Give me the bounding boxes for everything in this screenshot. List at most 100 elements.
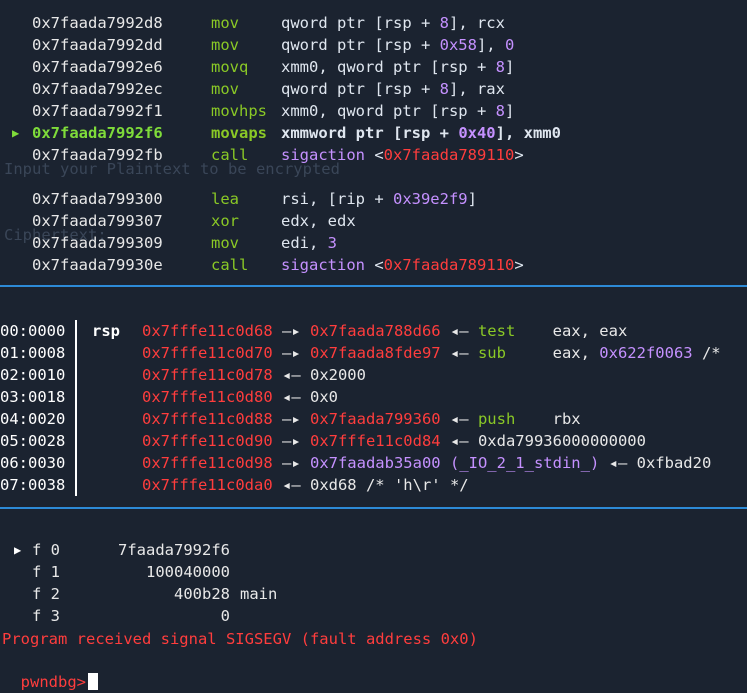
stack-value-chain: 0x7fffe11c0d90 —▸ 0x7fffe11c0d84 ◂— 0xda… <box>142 430 646 452</box>
operand-token: edi, <box>281 234 328 252</box>
stack-token: rbx <box>515 410 581 428</box>
stack-token: 0x7fffe11c0d68 <box>142 322 273 340</box>
prompt-label: pwndbg> <box>20 673 86 691</box>
instruction-address: 0x7faada7992f1 <box>32 102 163 120</box>
operand-token: 0x58 <box>439 36 477 54</box>
instruction-operands: edx, edx <box>281 210 356 232</box>
stack-token: 0x7fffe11c0d80 <box>142 388 273 406</box>
stack-offset: 05:0028 <box>0 432 66 450</box>
command-line[interactable]: pwndbg> <box>2 649 98 691</box>
instruction-operands: edi, 3 <box>281 232 337 254</box>
stack-token: 0x7faada8fde97 <box>309 344 441 362</box>
stack-token: 0x622f0063 <box>599 344 693 362</box>
frame-label: f 3 <box>32 607 60 625</box>
operand-token: ], rcx <box>448 14 505 32</box>
backtrace-frame[interactable]: f 1 100040000 <box>0 561 747 583</box>
operand-token: 8 <box>495 58 505 76</box>
instruction-address: 0x7faada7992e6 <box>32 58 163 76</box>
terminal-window: { "disasm": { "group1": [ {"addr": "0x7f… <box>0 0 747 691</box>
operand-token: sigaction <box>281 256 375 274</box>
backtrace-frame[interactable]: f 3 0 <box>0 605 747 627</box>
operand-token: 0x7faada789110 <box>383 146 515 164</box>
instruction-address: 0x7faada7992ec <box>32 80 163 98</box>
operand-token: ], rax <box>448 80 505 98</box>
operand-token: ], xmm0 <box>495 124 561 142</box>
stack-value-chain: 0x7fffe11c0d68 —▸ 0x7faada788d66 ◂— test… <box>142 320 627 342</box>
disasm-line: 0x7faada799300 lea rsi, [rip + 0x39e2f9] <box>0 188 747 210</box>
backtrace-frame[interactable]: f 2 400b28 main <box>0 583 747 605</box>
stack-row: 05:0028 0x7fffe11c0d90 —▸ 0x7fffe11c0d84 … <box>0 430 747 452</box>
stack-token: 0x7fffe11c0d98 <box>142 454 273 472</box>
instruction-address: 0x7faada799307 <box>32 212 163 230</box>
instruction-operands: xmmword ptr [rsp + 0x40], xmm0 <box>281 122 561 144</box>
instruction-mnemonic: mov <box>211 80 239 98</box>
backtrace-frame[interactable]: ▶ f 0 7faada7992f6 <box>0 539 747 561</box>
stack-token: 0x7fffe11c0d84 <box>309 432 441 450</box>
stack-token: 0x7faadab35a00 <box>309 454 441 472</box>
operand-token: ] <box>467 190 477 208</box>
disasm-line: 0x7faada7992fb call sigaction <0x7faada789… <box>0 144 747 166</box>
stack-token: push <box>477 410 516 428</box>
operand-token: ] <box>504 58 515 76</box>
instruction-mnemonic: movaps <box>211 124 267 142</box>
stack-token: ◂— 0x0 <box>272 388 338 406</box>
stack-row: 01:0008 0x7fffe11c0d70 —▸ 0x7faada8fde97 … <box>0 342 747 364</box>
instruction-mnemonic: mov <box>211 234 239 252</box>
operand-token: < <box>374 146 384 164</box>
stack-token: test <box>477 322 516 340</box>
stack-offset: 04:0020 <box>0 410 66 428</box>
operand-token: 8 <box>439 14 449 32</box>
stack-offset: 02:0010 <box>0 366 66 384</box>
stack-token: —▸ <box>272 344 310 362</box>
disasm-line: ▶ 0x7faada7992f6 movaps xmmword ptr [rsp + … <box>0 122 747 144</box>
stack-value-chain: 0x7fffe11c0d80 ◂— 0x0 <box>142 386 338 408</box>
instruction-mnemonic: xor <box>211 212 239 230</box>
stack-register-label: rsp <box>92 322 120 340</box>
instruction-mnemonic: lea <box>211 190 239 208</box>
instruction-operands: rsi, [rip + 0x39e2f9] <box>281 188 477 210</box>
operand-token: xmmword ptr [rsp + <box>281 124 459 142</box>
instruction-operands: sigaction <0x7faada789110> <box>281 144 524 166</box>
instruction-address: 0x7faada7992f6 <box>32 124 163 142</box>
instruction-operands: xmm0, qword ptr [rsp + 8] <box>281 56 514 78</box>
instruction-address: 0x7faada799309 <box>32 234 163 252</box>
disasm-line: 0x7faada799309 mov edi, 3 <box>0 232 747 254</box>
disasm-line: 0x7faada7992dd mov qword ptr [rsp + 0x58],… <box>0 34 747 56</box>
stack-token: 0x7fffe11c0d90 <box>142 432 273 450</box>
instruction-operands: sigaction <0x7faada789110> <box>281 254 524 276</box>
stack-token: —▸ <box>272 454 310 472</box>
stack-token: (_IO_2_1_stdin_) <box>449 454 600 472</box>
stack-row: 00:0000 rsp 0x7fffe11c0d68 —▸ 0x7faada788d… <box>0 320 747 342</box>
instruction-mnemonic: call <box>211 146 249 164</box>
operand-token: edx, edx <box>281 212 356 230</box>
operand-token: qword ptr [rsp + <box>281 36 440 54</box>
stack-value-chain: 0x7fffe11c0d78 ◂— 0x2000 <box>142 364 366 386</box>
disasm-line: 0x7faada79930e call sigaction <0x7faada789… <box>0 254 747 276</box>
frame-label: f 0 <box>32 541 60 559</box>
stack-value-chain: 0x7fffe11c0d98 —▸ 0x7faadab35a00 (_IO_2_… <box>142 452 711 474</box>
frame-address: 400b28 <box>174 585 230 603</box>
stack-token <box>441 454 450 472</box>
section-separator <box>0 507 747 509</box>
stack-offset-divider <box>75 320 77 496</box>
stack-token: ◂— <box>440 322 478 340</box>
stack-row: 04:0020 0x7fffe11c0d88 —▸ 0x7faada799360 … <box>0 408 747 430</box>
stack-offset: 07:0038 <box>0 476 66 494</box>
operand-token: < <box>374 256 384 274</box>
text-cursor <box>88 673 98 690</box>
instruction-address: 0x7faada7992dd <box>32 36 163 54</box>
stack-value-chain: 0x7fffe11c0d70 —▸ 0x7faada8fde97 ◂— sub … <box>142 342 721 364</box>
stack-token: ◂— <box>440 410 478 428</box>
instruction-mnemonic: movhps <box>211 102 267 120</box>
stack-token: 0x7faada799360 <box>309 410 441 428</box>
instruction-mnemonic: mov <box>211 14 239 32</box>
instruction-mnemonic: call <box>211 256 249 274</box>
stack-token: 0x7fffe11c0d88 <box>142 410 273 428</box>
stack-token: ◂— 0xda79936000000000 <box>440 432 646 450</box>
frame-address: 7faada7992f6 <box>118 541 230 559</box>
operand-token: xmm0, qword ptr [rsp + <box>281 102 496 120</box>
instruction-address: 0x7faada79930e <box>32 256 163 274</box>
stack-token: eax, eax <box>515 322 628 340</box>
frame-symbol: main <box>240 585 278 603</box>
instruction-operands: xmm0, qword ptr [rsp + 8] <box>281 100 514 122</box>
